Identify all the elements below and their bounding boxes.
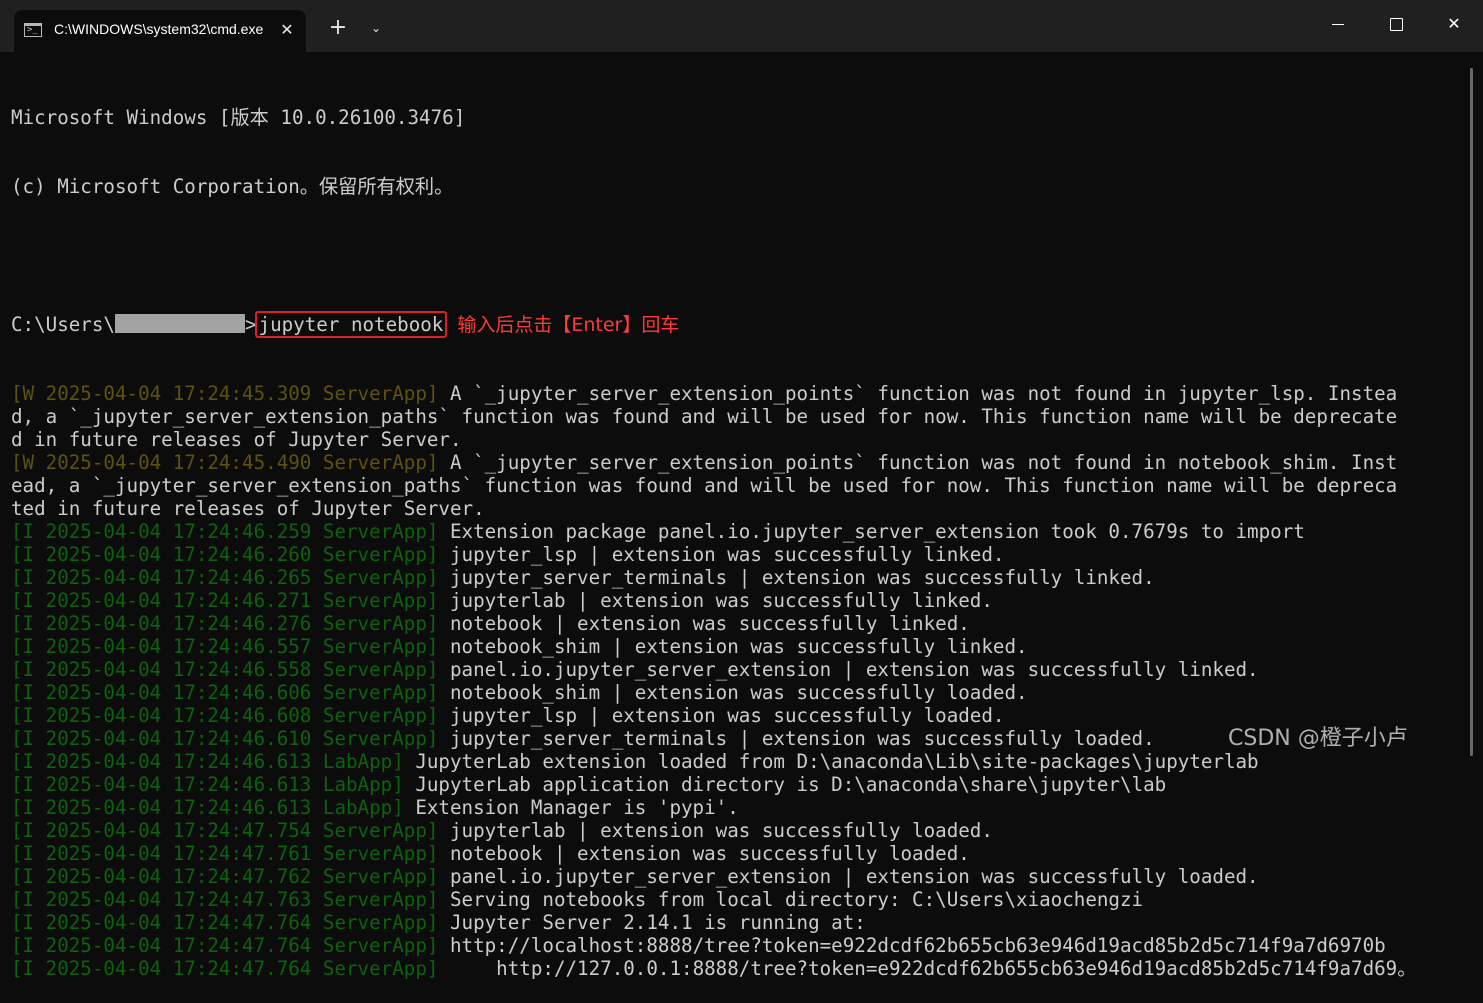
log-message: jupyter_lsp | extension was successfully… — [438, 543, 1005, 566]
log-message: ted in future releases of Jupyter Server… — [11, 497, 485, 520]
log-prefix: [I 2025-04-04 17:24:46.613 LabApp] — [11, 796, 404, 819]
log-prefix: [I 2025-04-04 17:24:46.271 ServerApp] — [11, 589, 439, 612]
log-line: [I 2025-04-04 17:24:46.260 ServerApp] ju… — [11, 543, 1456, 566]
log-line: [I 2025-04-04 17:24:46.606 ServerApp] no… — [11, 681, 1456, 704]
log-message: notebook | extension was successfully lo… — [438, 842, 970, 865]
log-prefix: [I 2025-04-04 17:24:46.259 ServerApp] — [11, 520, 439, 543]
log-line: [I 2025-04-04 17:24:46.259 ServerApp] Ex… — [11, 520, 1456, 543]
minimize-button[interactable] — [1309, 0, 1367, 48]
minimize-icon — [1332, 24, 1344, 25]
log-prefix: [W 2025-04-04 17:24:45.309 ServerApp] — [11, 382, 439, 405]
log-prefix: [I 2025-04-04 17:24:46.276 ServerApp] — [11, 612, 439, 635]
log-message: jupyter_lsp | extension was successfully… — [438, 704, 1005, 727]
log-message: panel.io.jupyter_server_extension | exte… — [438, 658, 1259, 681]
log-line: [W 2025-04-04 17:24:45.309 ServerApp] A … — [11, 382, 1456, 405]
banner-line-2: (c) Microsoft Corporation。保留所有权利。 — [11, 175, 454, 198]
log-prefix: [I 2025-04-04 17:24:47.763 ServerApp] — [11, 888, 439, 911]
log-message: d, a `_jupyter_server_extension_paths` f… — [11, 405, 1398, 428]
log-message: jupyterlab | extension was successfully … — [438, 589, 993, 612]
log-prefix: [I 2025-04-04 17:24:46.610 ServerApp] — [11, 727, 439, 750]
log-message: jupyter_server_terminals | extension was… — [438, 566, 1155, 589]
log-message: Jupyter Server 2.14.1 is running at: — [438, 911, 866, 934]
log-line: [I 2025-04-04 17:24:47.764 ServerApp] Ju… — [11, 911, 1456, 934]
log-prefix: [I 2025-04-04 17:24:46.606 ServerApp] — [11, 681, 439, 704]
log-message: ead, a `_jupyter_server_extension_paths`… — [11, 474, 1398, 497]
log-line: [I 2025-04-04 17:24:47.754 ServerApp] ju… — [11, 819, 1456, 842]
log-line: [I 2025-04-04 17:24:47.764 ServerApp] ht… — [11, 957, 1456, 980]
log-line: [I 2025-04-04 17:24:47.763 ServerApp] Se… — [11, 888, 1456, 911]
log-line: [I 2025-04-04 17:24:46.271 ServerApp] ju… — [11, 589, 1456, 612]
log-message: http://127.0.0.1:8888/tree?token=e922dcd… — [438, 957, 1417, 980]
watermark: CSDN @橙子小卢 — [1228, 726, 1408, 751]
log-message: Serving notebooks from local directory: … — [438, 888, 1144, 911]
new-tab-button[interactable]: + — [326, 16, 350, 40]
annotation-label: 输入后点击【Enter】回车 — [457, 314, 680, 336]
tab-title: C:\WINDOWS\system32\cmd.exe — [54, 21, 264, 37]
log-message: d in future releases of Jupyter Server. — [11, 428, 462, 451]
log-message: Extension Manager is 'pypi'. — [403, 796, 739, 819]
log-message: notebook_shim | extension was successful… — [438, 681, 1028, 704]
banner-line-1: Microsoft Windows [版本 10.0.26100.3476] — [11, 106, 466, 129]
log-message: Extension package panel.io.jupyter_serve… — [438, 520, 1305, 543]
log-line: [I 2025-04-04 17:24:46.265 ServerApp] ju… — [11, 566, 1456, 589]
log-prefix: [I 2025-04-04 17:24:46.558 ServerApp] — [11, 658, 439, 681]
log-prefix: [W 2025-04-04 17:24:45.490 ServerApp] — [11, 451, 439, 474]
prompt-line: C:\Users\ > jupyter notebook 输入后点击【Enter】回车 — [11, 311, 1456, 338]
log-line: [I 2025-04-04 17:24:46.276 ServerApp] no… — [11, 612, 1456, 635]
log-line: [I 2025-04-04 17:24:47.762 ServerApp] pa… — [11, 865, 1456, 888]
log-message: panel.io.jupyter_server_extension | exte… — [438, 865, 1259, 888]
log-prefix: [I 2025-04-04 17:24:46.557 ServerApp] — [11, 635, 439, 658]
log-message: notebook | extension was successfully li… — [438, 612, 970, 635]
log-line: [I 2025-04-04 17:24:46.613 LabApp] Jupyt… — [11, 773, 1456, 796]
log-line: ted in future releases of Jupyter Server… — [11, 497, 1456, 520]
redacted-username — [114, 314, 245, 333]
log-output: [W 2025-04-04 17:24:45.309 ServerApp] A … — [11, 382, 1456, 980]
tab-cmd[interactable]: >_ C:\WINDOWS\system32\cmd.exe ✕ — [14, 10, 306, 52]
maximize-icon — [1389, 18, 1403, 31]
chevron-down-icon[interactable]: ⌄ — [364, 16, 388, 40]
log-prefix: [I 2025-04-04 17:24:46.608 ServerApp] — [11, 704, 439, 727]
close-button[interactable]: ✕ — [1425, 0, 1483, 48]
log-line: [I 2025-04-04 17:24:46.557 ServerApp] no… — [11, 635, 1456, 658]
log-message: notebook_shim | extension was successful… — [438, 635, 1028, 658]
log-line: ead, a `_jupyter_server_extension_paths`… — [11, 474, 1456, 497]
log-prefix: [I 2025-04-04 17:24:46.613 LabApp] — [11, 773, 404, 796]
log-message: A `_jupyter_server_extension_points` fun… — [438, 451, 1398, 474]
console-icon: >_ — [24, 23, 42, 37]
log-message: A `_jupyter_server_extension_points` fun… — [438, 382, 1398, 405]
terminal-output[interactable]: Microsoft Windows [版本 10.0.26100.3476] (… — [11, 60, 1456, 1003]
maximize-button[interactable] — [1367, 0, 1425, 48]
tab-close-icon[interactable]: ✕ — [276, 19, 298, 41]
title-bar: >_ C:\WINDOWS\system32\cmd.exe ✕ + ⌄ ✕ — [0, 0, 1483, 52]
log-line: [I 2025-04-04 17:24:46.558 ServerApp] pa… — [11, 658, 1456, 681]
log-line: [W 2025-04-04 17:24:45.490 ServerApp] A … — [11, 451, 1456, 474]
prompt-prefix: C:\Users\ — [11, 313, 115, 336]
log-prefix: [I 2025-04-04 17:24:47.764 ServerApp] — [11, 957, 439, 980]
log-line: d, a `_jupyter_server_extension_paths` f… — [11, 405, 1456, 428]
log-prefix: [I 2025-04-04 17:24:47.764 ServerApp] — [11, 911, 439, 934]
log-prefix: [I 2025-04-04 17:24:47.762 ServerApp] — [11, 865, 439, 888]
log-message: jupyter_server_terminals | extension was… — [438, 727, 1155, 750]
log-message: JupyterLab application directory is D:\a… — [403, 773, 1167, 796]
log-prefix: [I 2025-04-04 17:24:46.260 ServerApp] — [11, 543, 439, 566]
log-line: [I 2025-04-04 17:24:47.764 ServerApp] ht… — [11, 934, 1456, 957]
log-prefix: [I 2025-04-04 17:24:47.754 ServerApp] — [11, 819, 439, 842]
log-prefix: [I 2025-04-04 17:24:46.265 ServerApp] — [11, 566, 439, 589]
scrollbar[interactable] — [1470, 68, 1473, 756]
log-message: jupyterlab | extension was successfully … — [438, 819, 993, 842]
log-message: http://localhost:8888/tree?token=e922dcd… — [438, 934, 1386, 957]
log-line: [I 2025-04-04 17:24:46.613 LabApp] Exten… — [11, 796, 1456, 819]
log-prefix: [I 2025-04-04 17:24:47.761 ServerApp] — [11, 842, 439, 865]
log-prefix: [I 2025-04-04 17:24:47.764 ServerApp] — [11, 934, 439, 957]
log-line: [I 2025-04-04 17:24:47.761 ServerApp] no… — [11, 842, 1456, 865]
log-line: d in future releases of Jupyter Server. — [11, 428, 1456, 451]
command-input[interactable]: jupyter notebook — [254, 311, 448, 338]
